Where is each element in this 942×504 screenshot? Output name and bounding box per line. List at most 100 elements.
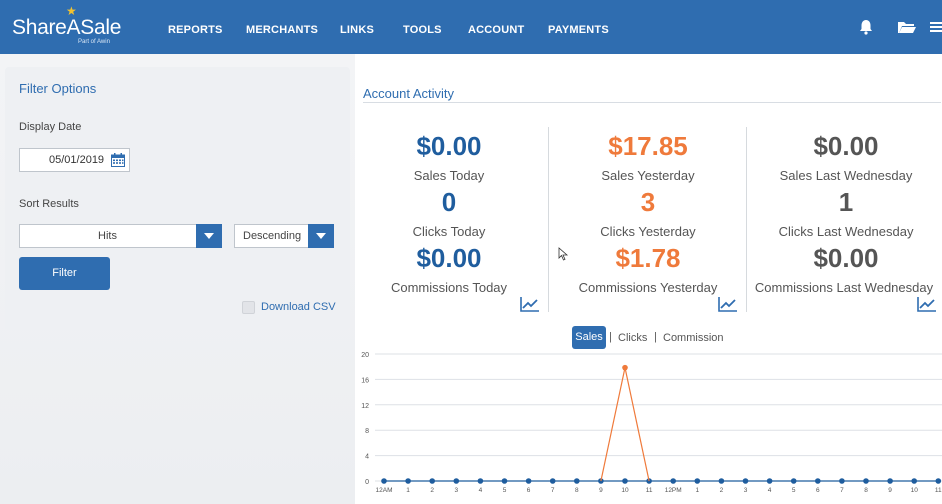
filter-options-title: Filter Options — [19, 81, 97, 96]
x-tick-label: 4 — [479, 487, 483, 494]
data-point — [477, 478, 484, 484]
y-tick-label: 4 — [365, 454, 369, 461]
menu-icon[interactable] — [930, 18, 942, 36]
clicks-yesterday-value: 3 — [640, 187, 656, 217]
title-divider — [363, 102, 941, 103]
data-point — [549, 478, 556, 484]
shareasale-logo[interactable]: ★ ShareASale Part of Awin — [12, 4, 122, 48]
x-tick-label: 9 — [888, 487, 892, 494]
bell-icon[interactable] — [857, 18, 875, 36]
y-tick-label: 0 — [365, 479, 369, 486]
commissions-yesterday-value: $1.78 — [615, 243, 681, 273]
sort-field-value: Hits — [98, 230, 117, 242]
top-nav-bar: ★ ShareASale Part of Awin REPORTS MERCHA… — [0, 0, 942, 54]
data-point — [863, 478, 869, 484]
x-tick-label: 1 — [695, 487, 699, 494]
nav-tools[interactable]: TOOLS — [403, 24, 442, 36]
commissions-today-value: $0.00 — [416, 243, 482, 273]
x-tick-label: 3 — [744, 487, 748, 494]
calendar-icon[interactable] — [111, 153, 125, 167]
x-tick-label: 8 — [575, 487, 579, 494]
tab-clicks[interactable]: Clicks — [618, 332, 647, 344]
data-point — [453, 478, 460, 484]
y-tick-label: 20 — [361, 352, 369, 359]
sales-today-value: $0.00 — [416, 131, 482, 161]
x-tick-label: 2 — [720, 487, 724, 494]
x-tick-label: 2 — [430, 487, 434, 494]
commissions-last-wednesday-label: Commissions Last Wednesday — [754, 280, 934, 295]
x-tick-label: 8 — [864, 487, 868, 494]
data-point — [381, 478, 387, 484]
date-value: 05/01/2019 — [49, 154, 105, 166]
clicks-last-wednesday-label: Clicks Last Wednesday — [778, 224, 914, 239]
commissions-today-label: Commissions Today — [390, 280, 508, 295]
display-date-input[interactable]: 05/01/2019 — [19, 148, 130, 172]
nav-reports[interactable]: REPORTS — [168, 24, 223, 36]
x-tick-label: 6 — [527, 487, 531, 494]
x-tick-label: 7 — [840, 487, 844, 494]
sales-yesterday-value: $17.85 — [608, 131, 688, 161]
download-csv-link[interactable]: Download CSV — [261, 301, 336, 313]
data-point — [694, 478, 701, 484]
y-tick-label: 16 — [361, 377, 369, 384]
data-point — [815, 478, 821, 484]
clicks-yesterday-label: Clicks Yesterday — [600, 224, 696, 239]
x-tick-label: 10 — [911, 487, 919, 494]
x-tick-label: 5 — [792, 487, 796, 494]
folder-icon[interactable] — [897, 18, 917, 36]
tab-commission[interactable]: Commission — [663, 332, 724, 344]
x-tick-label: 10 — [621, 487, 629, 494]
trend-chart-icon[interactable] — [917, 296, 937, 312]
nav-account[interactable]: ACCOUNT — [468, 24, 524, 36]
data-point — [718, 478, 725, 484]
data-point — [622, 478, 628, 484]
account-activity-title: Account Activity — [363, 86, 455, 101]
nav-merchants[interactable]: MERCHANTS — [246, 24, 318, 36]
nav-links[interactable]: LINKS — [340, 24, 374, 36]
x-tick-label: 1 — [406, 487, 410, 494]
commissions-last-wednesday-value: $0.00 — [813, 243, 879, 273]
clicks-today-value: 0 — [441, 187, 457, 217]
data-point — [574, 478, 580, 484]
x-tick-label: 12AM — [376, 487, 393, 494]
nav-payments[interactable]: PAYMENTS — [548, 24, 609, 36]
chevron-down-icon[interactable] — [308, 224, 334, 248]
download-csv-checkbox[interactable] — [242, 301, 255, 314]
x-tick-label: 7 — [551, 487, 555, 494]
data-point — [790, 478, 797, 484]
chevron-down-icon[interactable] — [196, 224, 222, 248]
data-point — [670, 478, 676, 484]
sort-order-select[interactable]: Descending — [234, 224, 334, 248]
data-point — [429, 478, 435, 484]
sales-today-label: Sales Today — [413, 168, 485, 183]
clicks-today-label: Clicks Today — [412, 224, 486, 239]
y-tick-label: 12 — [361, 403, 369, 410]
tab-separator: | — [609, 331, 612, 343]
sales-line-chart: 04812162012AM 1 2 3 4 5 6 7 8 9 10 11 12PM 1 2 3 4 5 6 7 8 9 1… — [361, 352, 942, 494]
data-point — [839, 478, 845, 484]
data-point — [911, 478, 917, 484]
sort-order-value: Descending — [243, 230, 302, 242]
mouse-cursor-icon — [558, 247, 569, 261]
series-line — [600, 367, 650, 482]
sort-field-select[interactable]: Hits — [19, 224, 222, 248]
sales-last-wednesday-label: Sales Last Wednesday — [779, 168, 913, 183]
x-tick-label: 12PM — [665, 487, 682, 494]
sort-results-label: Sort Results — [19, 198, 79, 210]
sales-yesterday-label: Sales Yesterday — [601, 168, 695, 183]
data-point — [405, 478, 411, 484]
trend-chart-icon[interactable] — [520, 296, 540, 312]
x-tick-label: 5 — [503, 487, 507, 494]
x-tick-label: 4 — [768, 487, 772, 494]
filter-button[interactable]: Filter — [19, 257, 110, 290]
sales-last-wednesday-value: $0.00 — [813, 131, 879, 161]
x-tick-label: 11 — [646, 487, 653, 494]
tab-separator: | — [654, 331, 657, 343]
trend-chart-icon[interactable] — [718, 296, 738, 312]
clicks-last-wednesday-value: 1 — [838, 187, 854, 217]
data-point — [525, 478, 532, 484]
x-tick-label: 9 — [599, 487, 603, 494]
data-point — [887, 478, 893, 484]
data-point — [766, 478, 773, 484]
x-tick-label: 6 — [816, 487, 820, 494]
